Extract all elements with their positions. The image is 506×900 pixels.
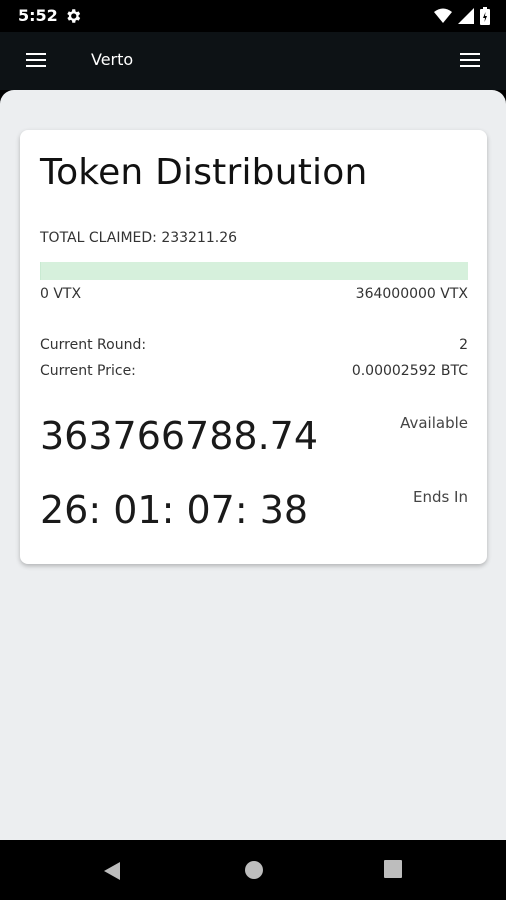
wifi-icon	[434, 8, 452, 23]
available-value: 363766788.74	[40, 414, 319, 458]
gear-icon	[67, 9, 81, 23]
claim-progress-bar	[40, 262, 468, 280]
home-icon[interactable]	[244, 860, 264, 880]
range-min: 0 VTX	[40, 286, 82, 302]
range-max: 364000000 VTX	[355, 286, 468, 302]
menu-icon-right[interactable]	[458, 49, 482, 73]
current-round-value: 2	[459, 337, 468, 353]
app-title: Verto	[91, 50, 134, 69]
recents-icon[interactable]	[384, 860, 402, 878]
current-price-value: 0.00002592 BTC	[351, 363, 468, 379]
countdown-label: Ends In	[412, 488, 468, 506]
menu-icon[interactable]	[24, 49, 48, 73]
back-icon[interactable]	[102, 860, 122, 882]
card-title: Token Distribution	[40, 152, 368, 193]
battery-icon	[480, 7, 490, 25]
app-bar: Verto	[0, 32, 506, 90]
available-label: Available	[400, 414, 468, 432]
token-distribution-card: Token Distribution TOTAL CLAIMED: 233211…	[20, 130, 487, 564]
current-price-label: Current Price:	[40, 363, 136, 379]
total-claimed: TOTAL CLAIMED: 233211.26	[40, 230, 238, 246]
countdown-value: 26: 01: 07: 38	[40, 488, 309, 532]
content-area: Token Distribution TOTAL CLAIMED: 233211…	[0, 90, 506, 840]
status-time: 5:52	[18, 6, 58, 25]
signal-icon	[458, 8, 474, 24]
current-round-label: Current Round:	[40, 337, 147, 353]
navigation-bar	[0, 840, 506, 900]
status-bar: 5:52	[0, 0, 506, 32]
